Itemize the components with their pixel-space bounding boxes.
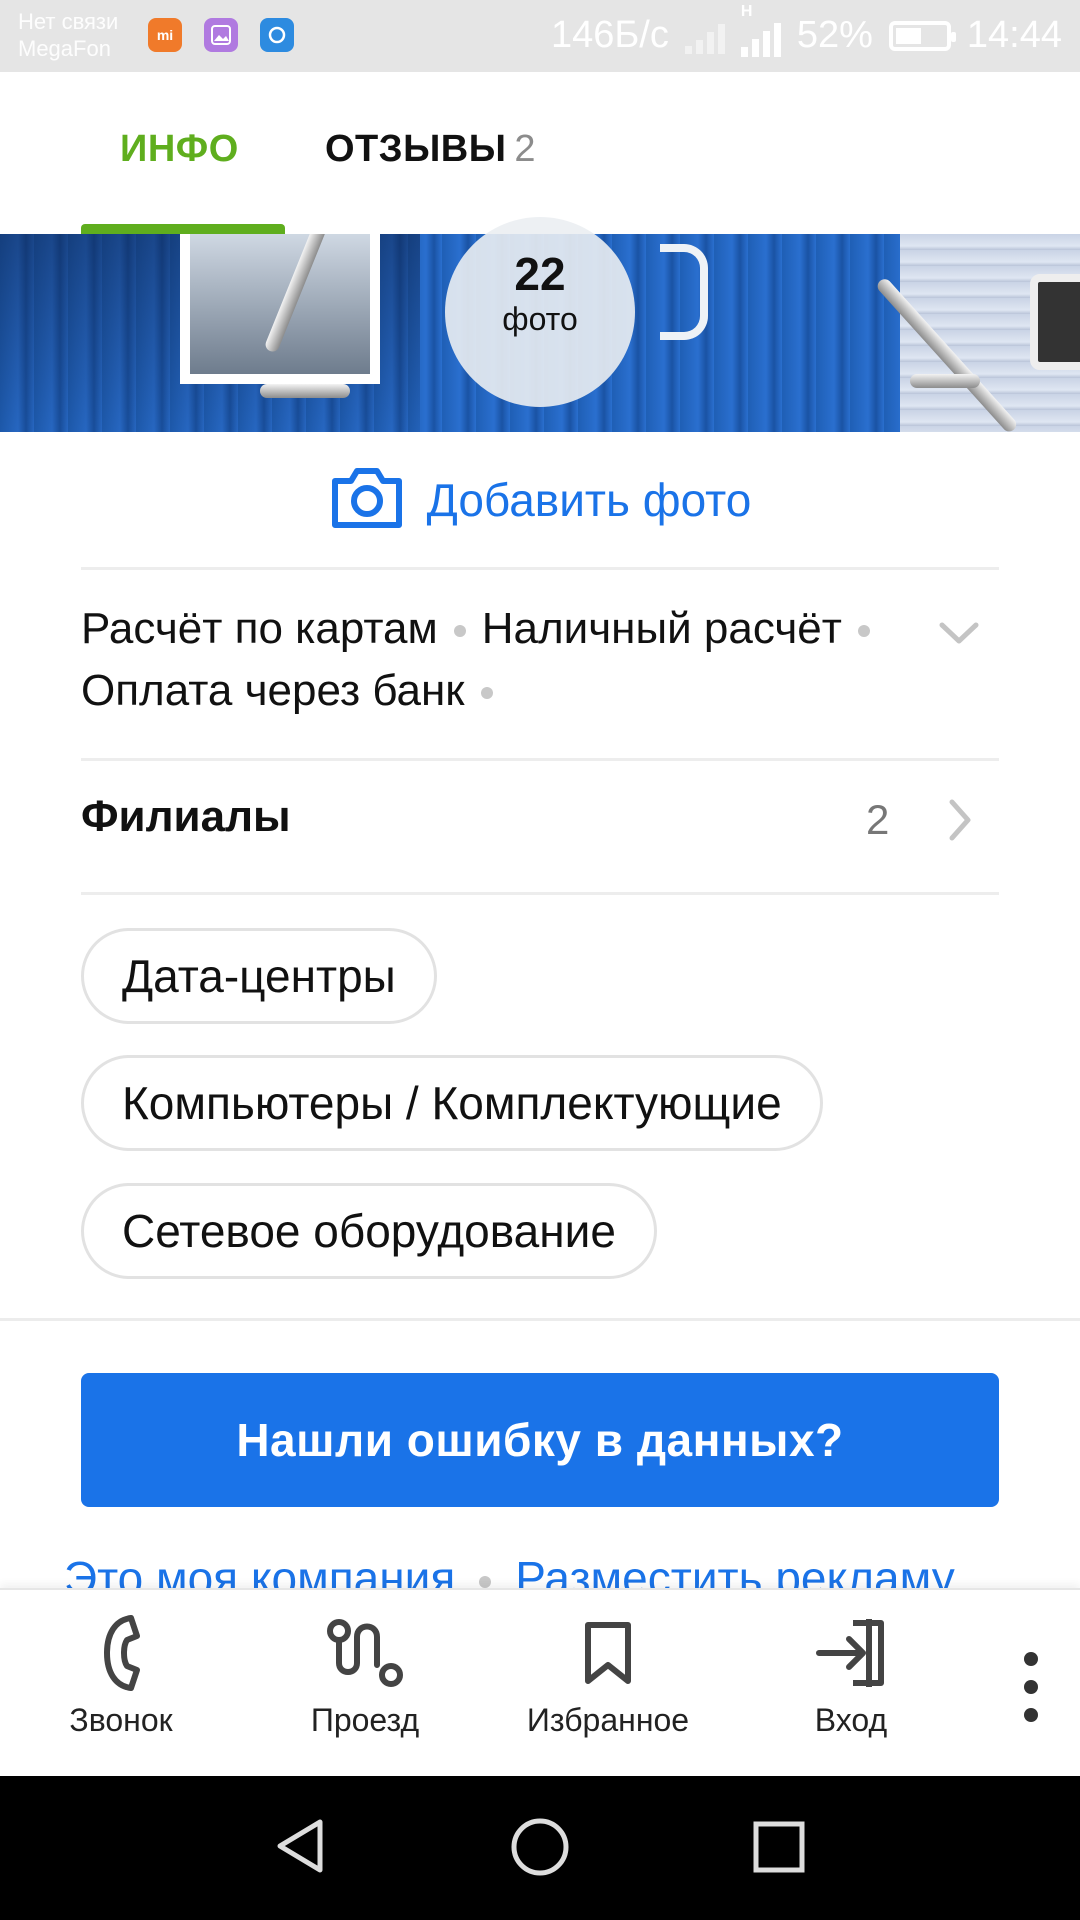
battery-level [895, 27, 921, 44]
section-divider [0, 1318, 1080, 1321]
tab-bar: ИНФО ОТЗЫВЫ 2 [0, 72, 1080, 234]
payment-item: Наличный расчёт [481, 604, 842, 653]
more-options-icon[interactable] [1016, 1652, 1046, 1722]
chevron-down-icon[interactable] [938, 620, 980, 651]
category-chip[interactable]: Компьютеры / Комплектующие [81, 1055, 823, 1151]
separator-dot [453, 625, 466, 638]
door-handle [660, 244, 708, 340]
bookmark-icon [508, 1608, 708, 1698]
tab-reviews-count: 2 [514, 128, 537, 170]
add-photo-button[interactable]: Добавить фото [0, 460, 1080, 540]
route-icon [265, 1608, 465, 1698]
favorites-button[interactable]: Избранное [508, 1608, 708, 1739]
bottom-toolbar: Звонок Проезд Избранное Вход [0, 1588, 1080, 1778]
net-speed: 146Б/с [550, 14, 669, 56]
carrier-info: Нет связи MegaFon [18, 8, 118, 62]
photo-count-label: фото [502, 301, 578, 337]
payment-item: Оплата через банк [81, 666, 465, 715]
mi-icon: mi [148, 18, 182, 52]
payment-methods[interactable]: Расчёт по картам Наличный расчёт Оплата че… [81, 598, 911, 722]
route-label: Проезд [310, 1702, 420, 1738]
cell-signal-icon: H [740, 3, 781, 57]
photo-count-badge[interactable]: 22 фото [445, 217, 635, 407]
carrier-name: MegaFon [18, 36, 111, 61]
battery-icon [888, 20, 956, 51]
status-bar: Нет связи MegaFon mi 146Б/с H 52% 14:44 [0, 0, 1080, 72]
advertise-link[interactable]: Разместить рекламу [515, 1552, 954, 1588]
tab-info[interactable]: ИНФО [120, 128, 239, 171]
tab-reviews[interactable]: ОТЗЫВЫ 2 [325, 128, 536, 171]
chevron-right-icon [947, 798, 973, 847]
wifi-signal-icon [684, 18, 725, 54]
carrier-status: Нет связи [18, 9, 119, 34]
route-button[interactable]: Проезд [265, 1608, 465, 1739]
home-icon[interactable] [509, 1816, 571, 1883]
my-company-link[interactable]: Это моя компания [64, 1552, 455, 1588]
filials-row[interactable]: Филиалы 2 [81, 760, 999, 890]
assistant-icon [260, 18, 294, 52]
call-button[interactable]: Звонок [21, 1608, 221, 1739]
footer-links: Это моя компания Разместить рекламу [64, 1548, 955, 1588]
login-icon [751, 1608, 951, 1698]
network-type: H [740, 2, 753, 20]
gallery-icon [204, 18, 238, 52]
camera-icon [329, 467, 405, 534]
separator-dot [479, 1575, 492, 1588]
favorites-label: Избранное [526, 1702, 690, 1738]
tab-reviews-label: ОТЗЫВЫ [325, 128, 507, 170]
back-icon[interactable] [272, 1816, 328, 1881]
category-chip[interactable]: Сетевое оборудование [81, 1183, 657, 1279]
divider [81, 567, 999, 570]
phone-icon [21, 1608, 221, 1698]
payment-item: Расчёт по картам [81, 604, 438, 653]
login-button[interactable]: Вход [751, 1608, 951, 1739]
active-tab-indicator [81, 224, 285, 234]
separator-dot [857, 625, 870, 638]
filials-label: Филиалы [81, 792, 291, 841]
status-right: 146Б/с H 52% 14:44 [550, 3, 1062, 57]
clock: 14:44 [966, 14, 1062, 56]
divider [81, 892, 999, 895]
filials-count: 2 [866, 796, 890, 843]
separator-dot [480, 687, 493, 700]
system-nav-bar [0, 1776, 1080, 1920]
report-error-button[interactable]: Нашли ошибку в данных? [81, 1373, 999, 1507]
recent-apps-icon[interactable] [752, 1820, 806, 1879]
login-label: Вход [814, 1702, 888, 1738]
photo-count: 22 [514, 248, 566, 300]
call-label: Звонок [69, 1702, 173, 1738]
category-chip[interactable]: Дата-центры [81, 928, 437, 1024]
tab-info-label: ИНФО [120, 128, 239, 170]
battery-percent: 52% [796, 14, 873, 56]
notification-icons: mi [148, 18, 294, 52]
add-photo-label: Добавить фото [426, 474, 752, 526]
